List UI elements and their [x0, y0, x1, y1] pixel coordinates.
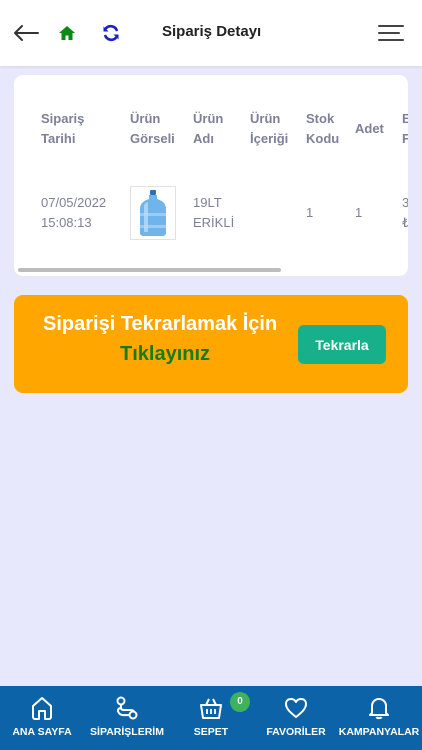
heart-icon [285, 698, 307, 718]
home-button[interactable] [56, 21, 78, 45]
top-app-bar: Sipariş Detayı [0, 0, 422, 66]
water-bottle-icon [140, 190, 166, 236]
cell-price: 3 ₺ [402, 195, 408, 230]
column-header-stock-code: Stok Kodu [306, 111, 340, 146]
cell-order-date: 07/05/2022 15:08:13 [41, 195, 107, 230]
nav-item-campaigns[interactable]: KAMPANYALAR [336, 686, 422, 750]
route-icon [116, 696, 138, 720]
column-header-product-image: Ürün Görseli [130, 111, 175, 146]
cart-count-badge: 0 [230, 692, 250, 712]
column-header-order-date: Sipariş Tarihi [41, 111, 85, 146]
product-image[interactable] [130, 186, 176, 240]
home-icon [59, 26, 75, 40]
repeat-order-banner: Siparişi Tekrarlamak İçin Tıklayınız Tek… [14, 295, 408, 393]
refresh-icon [103, 25, 119, 41]
home-outline-icon [32, 697, 52, 720]
bottom-navigation: ANA SAYFA SİPARİŞLERİM SEPET 0 FAVORİLER… [0, 686, 422, 750]
cell-product-name: 19LT ERİKLİ [193, 195, 235, 230]
column-header-product-name: Ürün Adı [193, 111, 224, 146]
column-header-price: B F [402, 111, 408, 146]
page-title: Sipariş Detayı [162, 23, 262, 40]
nav-item-orders[interactable]: SİPARİŞLERİM [84, 686, 170, 750]
menu-icon [378, 25, 404, 41]
arrow-left-icon [14, 25, 39, 41]
order-detail-table: Sipariş Tarihi Ürün Görseli Ürün Adı Ürü… [14, 75, 408, 276]
bell-icon [369, 698, 389, 720]
repeat-order-button[interactable]: Tekrarla [298, 325, 386, 364]
nav-item-favorites[interactable]: FAVORİLER [258, 686, 334, 750]
repeat-order-text: Siparişi Tekrarlamak İçin [43, 313, 278, 335]
back-button[interactable] [10, 19, 42, 47]
column-header-product-content: Ürün İçeriği [250, 111, 289, 146]
repeat-order-tap-text: Tıklayınız [120, 343, 211, 365]
refresh-button[interactable] [100, 21, 122, 45]
cell-quantity: 1 [355, 205, 363, 220]
column-header-quantity: Adet [355, 121, 384, 136]
cell-stock-code: 1 [306, 205, 314, 220]
nav-item-home[interactable]: ANA SAYFA [4, 686, 80, 750]
horizontal-scrollbar[interactable] [18, 268, 281, 272]
menu-button[interactable] [374, 20, 408, 46]
basket-icon [200, 698, 222, 719]
